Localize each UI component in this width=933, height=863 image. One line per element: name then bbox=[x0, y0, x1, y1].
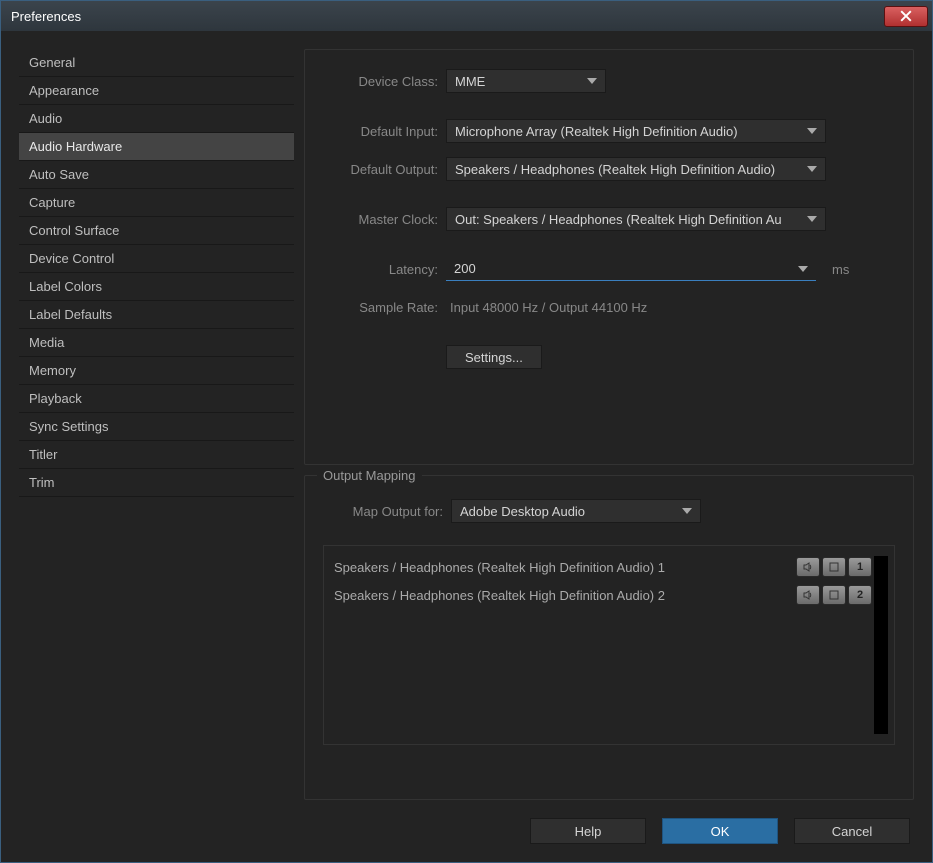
sidebar-item-capture[interactable]: Capture bbox=[19, 189, 294, 217]
default-output-value: Speakers / Headphones (Realtek High Defi… bbox=[455, 162, 775, 177]
chevron-down-icon bbox=[682, 508, 692, 514]
close-button[interactable] bbox=[884, 6, 928, 27]
window-title: Preferences bbox=[11, 9, 81, 24]
mapping-row-text: Speakers / Headphones (Realtek High Defi… bbox=[334, 560, 665, 575]
channel-number-button[interactable]: 1 bbox=[848, 557, 872, 577]
link-icon[interactable] bbox=[822, 557, 846, 577]
sidebar-item-media[interactable]: Media bbox=[19, 329, 294, 357]
close-icon bbox=[900, 10, 912, 22]
chevron-down-icon bbox=[807, 166, 817, 172]
sidebar-item-appearance[interactable]: Appearance bbox=[19, 77, 294, 105]
sidebar-item-audio[interactable]: Audio bbox=[19, 105, 294, 133]
sidebar-item-control-surface[interactable]: Control Surface bbox=[19, 217, 294, 245]
mapping-row: Speakers / Headphones (Realtek High Defi… bbox=[334, 556, 872, 578]
settings-panel: Device Class: MME Default Input: Microph… bbox=[304, 49, 914, 800]
device-class-dropdown[interactable]: MME bbox=[446, 69, 606, 93]
mapping-row-buttons: 2 bbox=[796, 585, 872, 605]
map-output-for-dropdown[interactable]: Adobe Desktop Audio bbox=[451, 499, 701, 523]
default-output-label: Default Output: bbox=[323, 162, 438, 177]
speaker-icon[interactable] bbox=[796, 585, 820, 605]
device-class-label: Device Class: bbox=[323, 74, 438, 89]
settings-button[interactable]: Settings... bbox=[446, 345, 542, 369]
sidebar-item-device-control[interactable]: Device Control bbox=[19, 245, 294, 273]
help-button[interactable]: Help bbox=[530, 818, 646, 844]
sidebar-item-auto-save[interactable]: Auto Save bbox=[19, 161, 294, 189]
output-mapping-title: Output Mapping bbox=[317, 468, 422, 483]
master-clock-value: Out: Speakers / Headphones (Realtek High… bbox=[455, 212, 782, 227]
default-input-value: Microphone Array (Realtek High Definitio… bbox=[455, 124, 738, 139]
scrollbar[interactable] bbox=[874, 556, 888, 734]
channel-number-button[interactable]: 2 bbox=[848, 585, 872, 605]
speaker-icon[interactable] bbox=[796, 557, 820, 577]
sidebar-item-label-colors[interactable]: Label Colors bbox=[19, 273, 294, 301]
titlebar: Preferences bbox=[1, 1, 932, 31]
mapping-row-text: Speakers / Headphones (Realtek High Defi… bbox=[334, 588, 665, 603]
sidebar: GeneralAppearanceAudioAudio HardwareAuto… bbox=[19, 49, 294, 800]
device-group: Device Class: MME Default Input: Microph… bbox=[304, 49, 914, 465]
mapping-row-buttons: 1 bbox=[796, 557, 872, 577]
latency-dropdown[interactable]: 200 bbox=[446, 257, 816, 281]
link-icon[interactable] bbox=[822, 585, 846, 605]
map-output-for-value: Adobe Desktop Audio bbox=[460, 504, 585, 519]
sidebar-item-label-defaults[interactable]: Label Defaults bbox=[19, 301, 294, 329]
chevron-down-icon bbox=[807, 216, 817, 222]
sample-rate-label: Sample Rate: bbox=[323, 300, 438, 315]
chevron-down-icon bbox=[587, 78, 597, 84]
master-clock-label: Master Clock: bbox=[323, 212, 438, 227]
default-input-label: Default Input: bbox=[323, 124, 438, 139]
chevron-down-icon bbox=[798, 266, 808, 272]
ok-button[interactable]: OK bbox=[662, 818, 778, 844]
sample-rate-value: Input 48000 Hz / Output 44100 Hz bbox=[446, 300, 647, 315]
latency-suffix: ms bbox=[832, 262, 849, 277]
default-input-dropdown[interactable]: Microphone Array (Realtek High Definitio… bbox=[446, 119, 826, 143]
sidebar-item-trim[interactable]: Trim bbox=[19, 469, 294, 497]
sidebar-item-playback[interactable]: Playback bbox=[19, 385, 294, 413]
dialog-button-row: Help OK Cancel bbox=[19, 812, 914, 844]
sidebar-item-titler[interactable]: Titler bbox=[19, 441, 294, 469]
cancel-button[interactable]: Cancel bbox=[794, 818, 910, 844]
sidebar-item-memory[interactable]: Memory bbox=[19, 357, 294, 385]
sidebar-item-sync-settings[interactable]: Sync Settings bbox=[19, 413, 294, 441]
sidebar-item-general[interactable]: General bbox=[19, 49, 294, 77]
preferences-window: Preferences GeneralAppearanceAudioAudio … bbox=[0, 0, 933, 863]
device-class-value: MME bbox=[455, 74, 485, 89]
master-clock-dropdown[interactable]: Out: Speakers / Headphones (Realtek High… bbox=[446, 207, 826, 231]
sidebar-item-audio-hardware[interactable]: Audio Hardware bbox=[19, 133, 294, 161]
mapping-row: Speakers / Headphones (Realtek High Defi… bbox=[334, 584, 872, 606]
mapping-list: Speakers / Headphones (Realtek High Defi… bbox=[323, 545, 895, 745]
latency-label: Latency: bbox=[323, 262, 438, 277]
default-output-dropdown[interactable]: Speakers / Headphones (Realtek High Defi… bbox=[446, 157, 826, 181]
output-mapping-group: Output Mapping Map Output for: Adobe Des… bbox=[304, 475, 914, 800]
latency-value: 200 bbox=[454, 261, 476, 276]
map-output-for-label: Map Output for: bbox=[323, 504, 443, 519]
chevron-down-icon bbox=[807, 128, 817, 134]
content-area: GeneralAppearanceAudioAudio HardwareAuto… bbox=[1, 31, 932, 862]
